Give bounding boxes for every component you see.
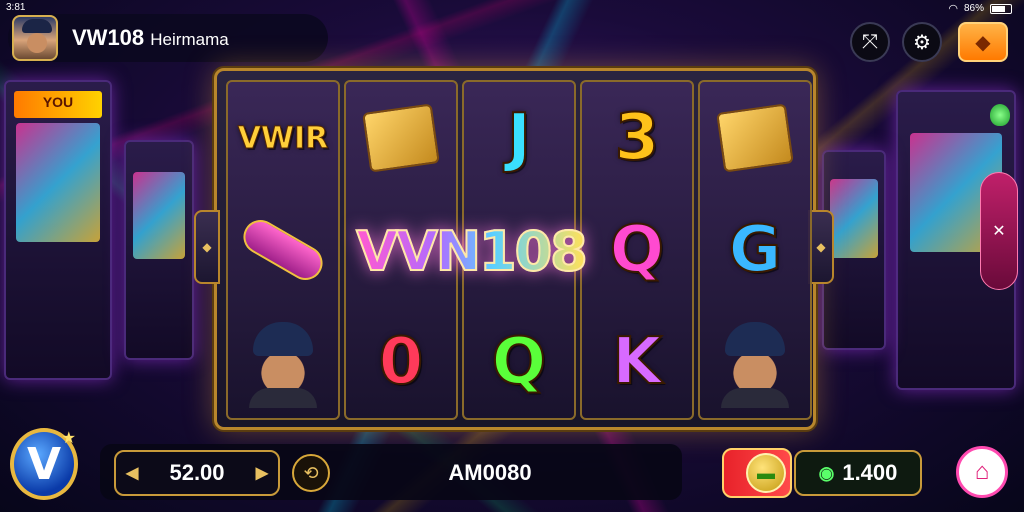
status-bar-right: ◠ 86%: [948, 2, 1012, 15]
symbol-text: G: [728, 212, 783, 288]
close-icon: ✕: [992, 223, 1006, 240]
player-id: VW108: [72, 25, 145, 50]
win-display: AM0080: [448, 460, 532, 485]
spin-button[interactable]: ▬: [722, 448, 792, 498]
share-icon: ⤧: [862, 30, 878, 53]
logo-letter: V: [26, 438, 62, 490]
reel-cell: K: [586, 310, 688, 414]
reel-cell: 3: [586, 86, 688, 190]
reel-4: 3 QK: [580, 80, 694, 420]
arcade-screen: [830, 179, 878, 258]
player-profile[interactable]: VW108 Heirmama: [8, 14, 328, 62]
bet-decrease-icon[interactable]: ◀: [126, 463, 138, 483]
reel-cell: [232, 310, 334, 414]
wifi-icon: ◠: [948, 3, 958, 15]
status-time: 3:81: [6, 2, 26, 13]
scroll-symbol: [237, 213, 329, 287]
arcade-marquee: YOU: [14, 90, 102, 118]
hero-face-symbol: [713, 316, 797, 408]
symbol-text: K: [611, 324, 663, 400]
symbol-text: 0: [378, 324, 425, 400]
battery-text: 86%: [963, 3, 984, 14]
player-subtitle: Heirmama: [150, 30, 229, 49]
home-button[interactable]: ⌂: [956, 446, 1008, 498]
home-icon: ⌂: [974, 458, 990, 485]
arcade-screen: [132, 172, 186, 259]
reel-cell: Q: [468, 310, 570, 414]
balance-value: 1.400: [842, 460, 898, 485]
left-side-tab: ◆: [194, 210, 220, 284]
reel-cell: [704, 310, 806, 414]
reel-cell: [350, 86, 452, 190]
top-bar: 3:81 ◠ 86% VW108 Heirmama ⤧ ⚙ ◆: [0, 0, 1024, 72]
wild-banner: VVN108: [355, 210, 589, 292]
gift-icon: ◆: [975, 31, 991, 54]
avatar[interactable]: [12, 15, 58, 61]
gear-icon: ⚙: [913, 31, 931, 54]
hero-face-symbol: [241, 316, 325, 408]
reel-1: VWIR: [226, 80, 340, 420]
reel-cell: [704, 86, 806, 190]
reel-5: G: [698, 80, 812, 420]
coin-toggle-button[interactable]: ⟲: [292, 454, 330, 492]
star-icon: ★: [61, 428, 76, 447]
ticket-box-symbol: [362, 103, 440, 173]
settings-button[interactable]: ⚙: [902, 22, 942, 62]
symbol-text: J: [506, 100, 532, 176]
symbol-text: VWIR: [237, 120, 329, 156]
reel-cell: G: [704, 198, 806, 302]
battery-icon: [990, 3, 1012, 14]
coin-icon: ⟲: [303, 462, 319, 483]
reel-cell: 0: [350, 310, 452, 414]
reel-cell: Q: [586, 198, 688, 302]
bet-selector[interactable]: ◀ 52.00 ▶: [114, 450, 280, 496]
spin-coin-icon: ▬: [746, 453, 786, 493]
symbol-text: Q: [609, 212, 665, 288]
reel-cell: VWIR: [232, 86, 334, 190]
balance-display: ◉ 1.400: [794, 450, 922, 496]
arcade-screen: [16, 123, 100, 242]
share-button[interactable]: ⤧: [850, 22, 890, 62]
game-logo[interactable]: V ★: [10, 428, 78, 500]
side-menu-pill[interactable]: ✕: [980, 172, 1018, 290]
reel-cell: [232, 198, 334, 302]
gem-icon: ◉: [818, 462, 835, 483]
arcade-cabinet-left-2: [124, 140, 194, 360]
ticket-box-symbol: [716, 103, 794, 173]
bet-value: 52.00: [169, 460, 225, 485]
rewards-button[interactable]: ◆: [958, 22, 1008, 62]
symbol-text: 3: [614, 100, 661, 176]
arcade-cabinet-left: YOU: [4, 80, 112, 380]
reel-cell: J: [468, 86, 570, 190]
symbol-text: Q: [491, 324, 547, 400]
player-name: VW108 Heirmama: [72, 25, 229, 51]
green-gem-icon: [990, 104, 1010, 126]
bet-increase-icon[interactable]: ▶: [256, 463, 268, 483]
